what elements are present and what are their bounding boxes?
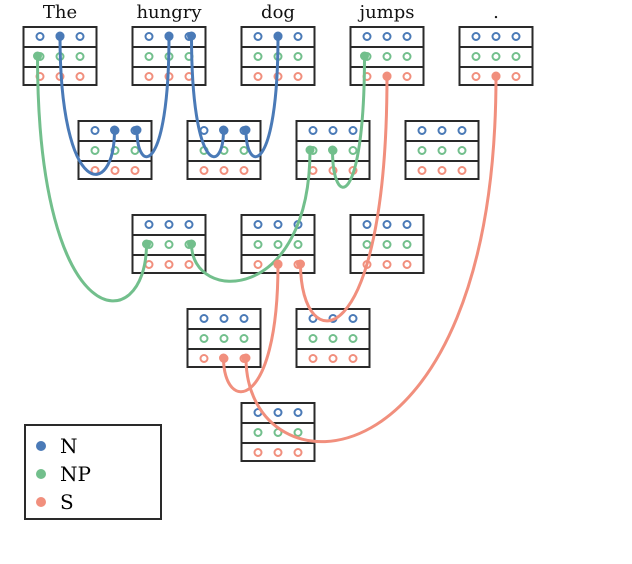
legend-item: S [36, 488, 150, 516]
edge-endpoint-icon [492, 72, 501, 81]
edge-endpoint-icon [133, 126, 142, 135]
edge-endpoint-icon [306, 146, 315, 155]
legend-label: NP [60, 462, 91, 486]
edge-endpoint-icon [187, 32, 196, 41]
legend: N NP S [24, 424, 162, 520]
edge-endpoint-icon [328, 146, 337, 155]
edge-endpoint-icon [33, 52, 42, 61]
edge [224, 264, 279, 392]
s-swatch-icon [36, 497, 46, 507]
edge-endpoint-icon [274, 260, 283, 269]
edge-endpoint-icon [242, 126, 251, 135]
legend-item: N [36, 432, 150, 460]
edge-endpoint-icon [165, 32, 174, 41]
legend-label: N [60, 434, 78, 458]
edge [246, 76, 496, 442]
edge-endpoint-icon [296, 260, 305, 269]
edge [192, 150, 311, 281]
edge-endpoint-icon [242, 354, 251, 363]
edge-endpoint-icon [360, 52, 369, 61]
edge [246, 36, 278, 157]
edge-endpoint-icon [142, 240, 151, 249]
edge [137, 36, 169, 157]
legend-item: NP [36, 460, 150, 488]
edge-endpoint-icon [274, 32, 283, 41]
edge [333, 56, 365, 187]
edge [301, 76, 388, 321]
diagram-stage: Thehungrydogjumps.NNPS [0, 0, 632, 564]
edge-endpoint-icon [219, 354, 228, 363]
edge-endpoint-icon [56, 32, 65, 41]
edge-endpoint-icon [110, 126, 119, 135]
np-swatch-icon [36, 469, 46, 479]
edge-endpoint-icon [219, 126, 228, 135]
edge [192, 36, 224, 157]
legend-label: S [60, 490, 74, 514]
n-swatch-icon [36, 441, 46, 451]
edge [60, 36, 115, 174]
edge-endpoint-icon [383, 72, 392, 81]
edge-endpoint-icon [187, 240, 196, 249]
edge [38, 56, 147, 301]
